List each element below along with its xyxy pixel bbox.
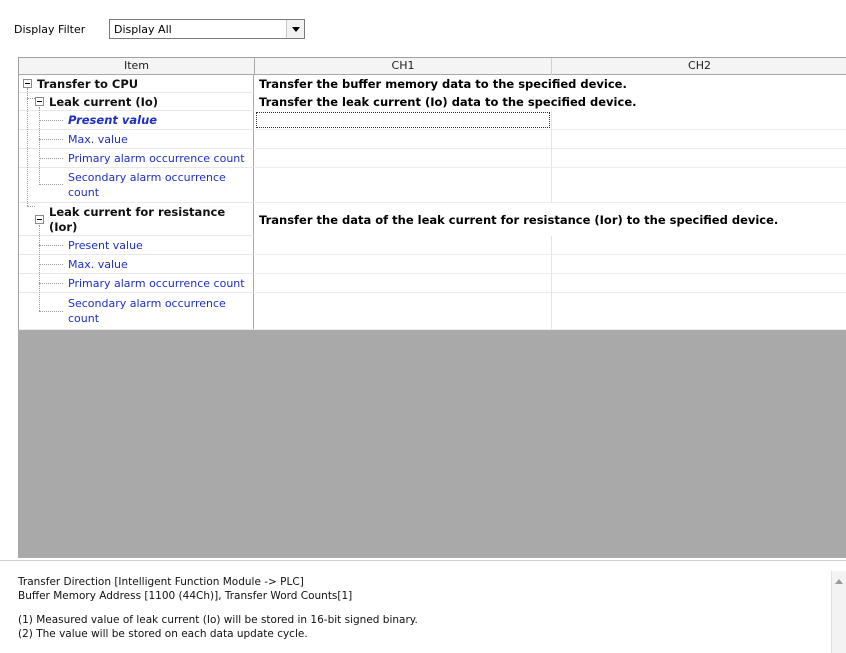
grid-empty-area bbox=[18, 330, 846, 558]
item-label-cont: count bbox=[68, 186, 100, 199]
table-row: Max. value bbox=[19, 130, 846, 149]
chevron-down-icon[interactable] bbox=[286, 20, 304, 38]
description-line: (2) The value will be stored on each dat… bbox=[18, 628, 308, 640]
tree-connector bbox=[39, 107, 40, 185]
table-row: Leak current for resistance (Ior) Transf… bbox=[19, 203, 846, 236]
merged-cell-text: Transfer the leak current (Io) data to t… bbox=[259, 95, 637, 109]
table-row: Secondary alarm occurrence count bbox=[19, 168, 846, 203]
tree-connector bbox=[39, 245, 63, 246]
ch1-value-cell[interactable] bbox=[255, 293, 552, 330]
ch1-value-cell[interactable] bbox=[255, 274, 552, 293]
table-row: Primary alarm occurrence count bbox=[19, 274, 846, 293]
collapse-icon[interactable] bbox=[23, 79, 32, 88]
ch2-value-cell[interactable] bbox=[552, 255, 846, 274]
item-label: Secondary alarm occurrence bbox=[68, 297, 226, 310]
item-label: Max. value bbox=[68, 258, 128, 271]
item-label: Present value bbox=[68, 239, 143, 252]
tree-connector bbox=[27, 98, 35, 99]
description-line: (1) Measured value of leak current (Io) … bbox=[18, 614, 418, 626]
item-label: Leak current (Io) bbox=[49, 95, 159, 109]
tree-connector bbox=[39, 264, 63, 265]
ch1-value-cell[interactable] bbox=[255, 130, 552, 149]
ch2-value-cell[interactable] bbox=[552, 130, 846, 149]
collapse-icon[interactable] bbox=[35, 97, 44, 106]
item-label: Leak current for resistance bbox=[49, 205, 226, 219]
description-text: Transfer Direction [Intelligent Function… bbox=[18, 575, 824, 641]
collapse-icon[interactable] bbox=[35, 215, 44, 224]
table-row: Secondary alarm occurrence count bbox=[19, 293, 846, 330]
ch2-value-cell[interactable] bbox=[552, 111, 846, 130]
settings-grid: Item CH1 CH2 Transfer to CPU Transfer th… bbox=[18, 57, 846, 330]
tree-connector bbox=[39, 139, 63, 140]
ch2-value-cell[interactable] bbox=[552, 149, 846, 168]
merged-cell-text: Transfer the data of the leak current fo… bbox=[259, 213, 779, 227]
ch1-value-cell[interactable] bbox=[255, 236, 552, 255]
ch2-value-cell[interactable] bbox=[552, 236, 846, 255]
ch1-value-cell[interactable] bbox=[255, 149, 552, 168]
item-cell[interactable]: Transfer to CPU bbox=[19, 75, 254, 93]
table-row: Primary alarm occurrence count bbox=[19, 149, 846, 168]
item-label: Secondary alarm occurrence bbox=[68, 171, 226, 184]
item-label-cont: (Ior) bbox=[49, 220, 78, 234]
tree-connector bbox=[39, 311, 63, 312]
column-header-ch1[interactable]: CH1 bbox=[255, 58, 552, 75]
display-filter-dropdown[interactable]: Display All bbox=[109, 19, 305, 39]
item-cell[interactable]: Secondary alarm occurrence count bbox=[19, 168, 254, 203]
description-scrollbar[interactable] bbox=[831, 571, 846, 653]
item-label: Primary alarm occurrence count bbox=[68, 277, 245, 290]
table-row: Leak current (Io) Transfer the leak curr… bbox=[19, 93, 846, 111]
focus-rectangle bbox=[256, 112, 550, 128]
tree-connector bbox=[39, 120, 63, 121]
ch2-value-cell[interactable] bbox=[552, 168, 846, 203]
table-row: Present value bbox=[19, 236, 846, 255]
display-filter-label: Display Filter bbox=[14, 23, 86, 36]
merged-cell-text: Transfer the buffer memory data to the s… bbox=[259, 77, 627, 91]
filter-bar: Display Filter Display All bbox=[0, 0, 846, 54]
item-label-cont: count bbox=[68, 312, 100, 325]
ch1-value-cell[interactable] bbox=[255, 168, 552, 203]
table-row: Max. value bbox=[19, 255, 846, 274]
item-label: Max. value bbox=[68, 133, 128, 146]
item-label: Present value bbox=[68, 113, 158, 127]
item-label: Transfer to CPU bbox=[37, 77, 139, 91]
column-header-item[interactable]: Item bbox=[19, 58, 255, 75]
tree-connector bbox=[39, 283, 63, 284]
ch2-value-cell[interactable] bbox=[552, 274, 846, 293]
table-row: Present value bbox=[19, 111, 846, 130]
ch2-value-cell[interactable] bbox=[552, 293, 846, 330]
ch1-value-cell[interactable] bbox=[255, 255, 552, 274]
column-header-ch2[interactable]: CH2 bbox=[552, 58, 846, 75]
description-panel: Transfer Direction [Intelligent Function… bbox=[0, 560, 846, 653]
table-row: Transfer to CPU Transfer the buffer memo… bbox=[19, 75, 846, 93]
tree-connector bbox=[39, 184, 63, 185]
item-cell[interactable]: Leak current (Io) bbox=[19, 93, 254, 111]
tree-connector bbox=[27, 206, 35, 207]
tree-connector bbox=[39, 158, 63, 159]
display-filter-value: Display All bbox=[114, 23, 172, 36]
item-cell[interactable]: Leak current for resistance (Ior) bbox=[19, 203, 254, 236]
tree-connector bbox=[39, 225, 40, 311]
description-line: Transfer Direction [Intelligent Function… bbox=[18, 576, 304, 588]
tree-connector bbox=[27, 88, 28, 206]
description-line: Buffer Memory Address [1100 (44Ch)], Tra… bbox=[18, 590, 353, 602]
item-label: Primary alarm occurrence count bbox=[68, 152, 245, 165]
